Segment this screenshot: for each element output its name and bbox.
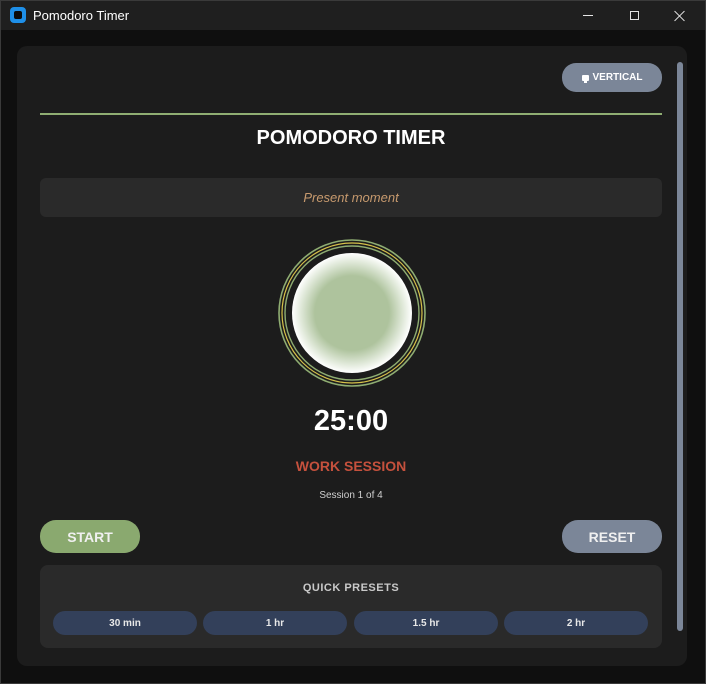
maximize-icon [629,11,639,20]
preset-1-5-hr-button[interactable]: 1.5 hr [354,611,498,635]
app-icon [10,7,26,23]
close-button[interactable] [657,1,703,30]
quote-box: Present moment [40,178,662,217]
page-title: POMODORO TIMER [256,127,446,149]
window-title: Pomodoro Timer [33,8,130,23]
preset-30-min-button[interactable]: 30 min [53,611,197,635]
header-divider [40,113,662,115]
preset-2-hr-button[interactable]: 2 hr [504,611,648,635]
layout-toggle-label: VERTICAL [592,72,643,83]
scrollbar[interactable] [677,62,683,631]
quick-presets-panel: QUICK PRESETS 30 min 1 hr 1.5 hr 2 hr [40,565,662,648]
session-count-label: Session 1 of 4 [319,490,383,501]
minimize-icon [583,15,593,16]
presets-title: QUICK PRESETS [302,582,400,594]
layout-toggle-button[interactable]: VERTICAL [562,63,662,92]
close-icon [674,10,686,22]
quote-text: Present moment [303,190,399,205]
time-display: 25:00 [313,405,389,437]
reset-button[interactable]: RESET [562,520,662,553]
session-type-label: WORK SESSION [295,458,407,474]
start-button[interactable]: START [40,520,140,553]
preset-1-hr-button[interactable]: 1 hr [203,611,347,635]
title-bar[interactable]: Pomodoro Timer [1,1,705,30]
timer-ring [278,239,426,387]
minimize-button[interactable] [565,1,611,30]
maximize-button[interactable] [611,1,657,30]
monitor-icon [581,74,589,83]
timer-orb [292,253,412,373]
app-window: Pomodoro Timer VERTICAL POMODORO TIMER P… [0,0,706,684]
